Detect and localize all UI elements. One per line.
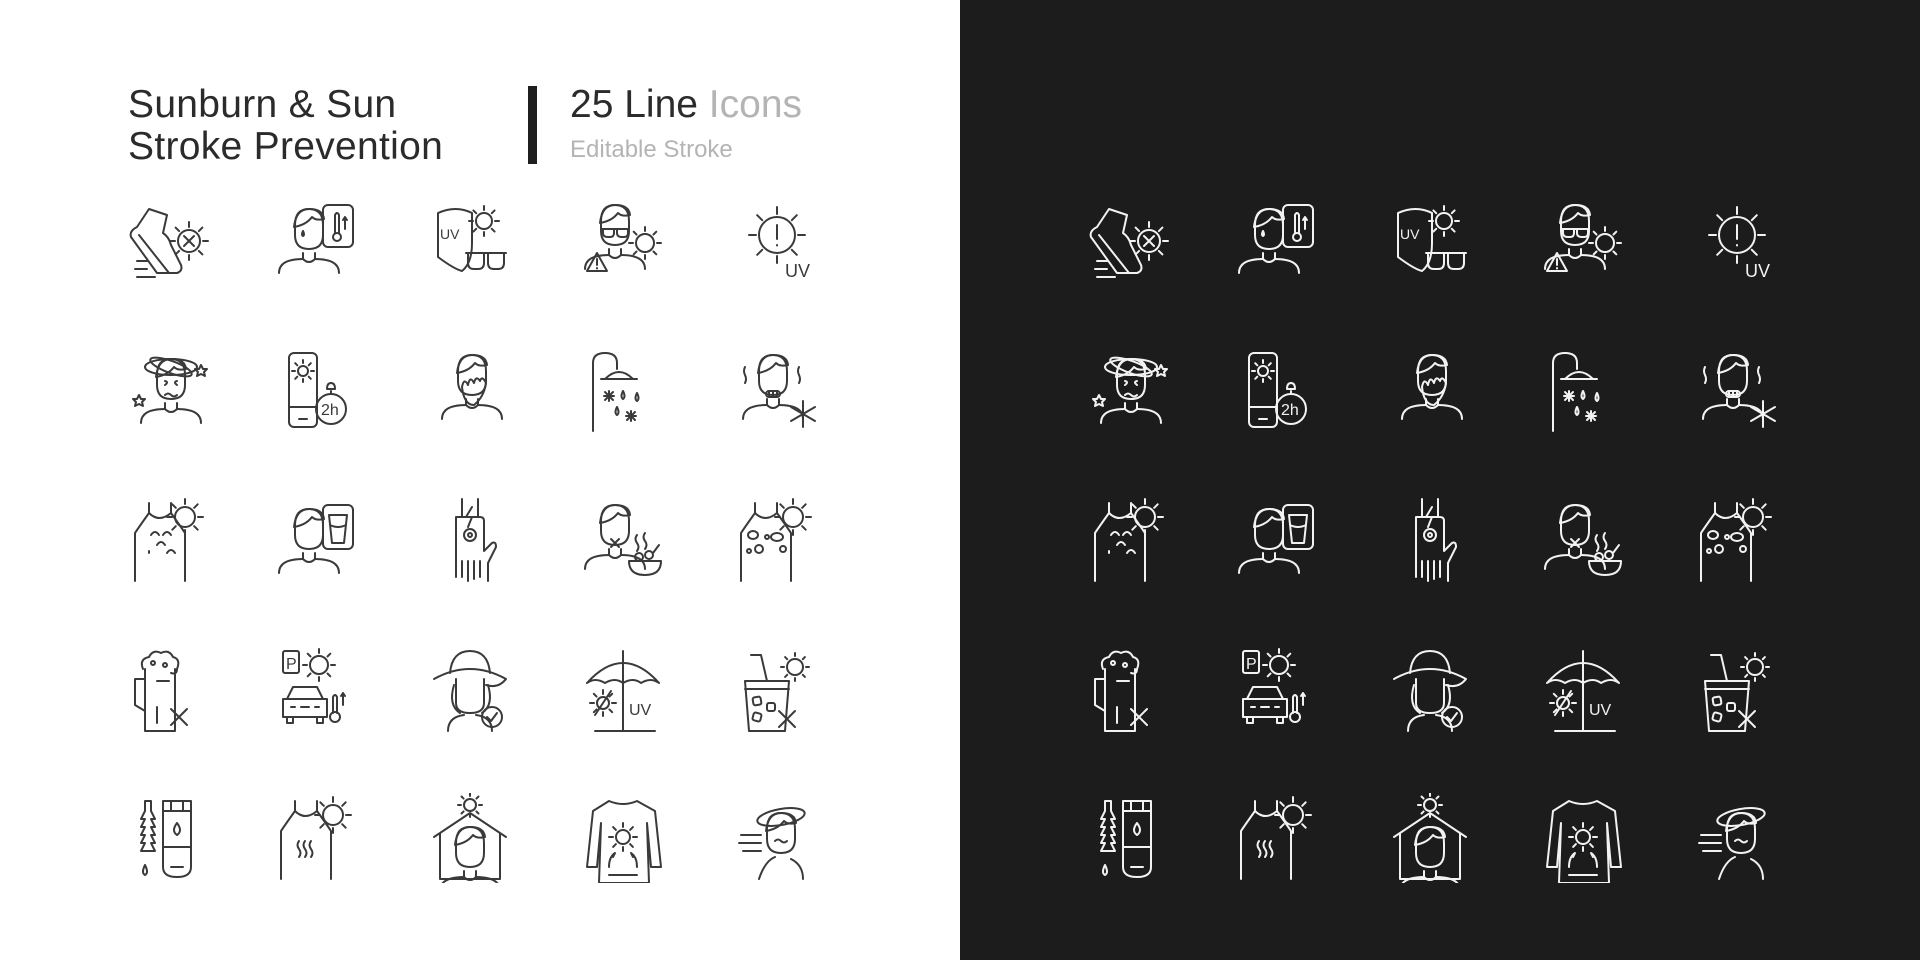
svg-text:P: P: [1246, 656, 1257, 673]
dizzy-person-icon: [127, 345, 217, 435]
title-divider: [528, 86, 537, 164]
no-sugary-drinks-icon: [1693, 645, 1783, 735]
hand-numbness-icon: [1386, 495, 1476, 585]
hot-parked-car-icon: P: [273, 645, 363, 735]
no-sugary-drinks-icon: [733, 645, 823, 735]
sunburned-back-blisters-icon: [127, 495, 217, 585]
person-yawning-icon: [426, 345, 516, 435]
svg-text:2h: 2h: [321, 402, 339, 419]
sweating-person-thermometer-icon: [273, 195, 363, 285]
stay-indoors-midday-icon: [426, 793, 516, 883]
person-drink-water-icon: [273, 495, 363, 585]
shoe-no-sun-icon: [1087, 195, 1177, 285]
person-sunglasses-warning-icon: [579, 195, 669, 285]
icon-count-label: Icons: [708, 83, 803, 126]
aloe-vera-gel-icon: [1087, 793, 1177, 883]
sunburned-skin-peeling-icon: [1693, 495, 1783, 585]
title-line-1: Sunburn & Sun: [128, 83, 397, 126]
page-title: Sunburn & Sun Stroke Prevention: [128, 84, 443, 168]
person-chills-icon: [733, 345, 823, 435]
svg-text:UV: UV: [1745, 261, 1770, 281]
subtitle: Editable Stroke: [570, 136, 733, 163]
woman-sun-hat-icon: [426, 645, 516, 735]
hot-parked-car-icon: P: [1233, 645, 1323, 735]
sun-uv-warning-icon: UV: [1693, 195, 1783, 285]
sunburned-shoulders-heat-icon: [273, 793, 363, 883]
person-yawning-icon: [1386, 345, 1476, 435]
sunscreen-reapply-timer-icon: 2h: [273, 345, 363, 435]
svg-text:P: P: [286, 656, 297, 673]
fainting-person-icon: [733, 793, 823, 883]
person-drink-water-icon: [1233, 495, 1323, 585]
no-alcohol-icon: [1087, 645, 1177, 735]
shoe-no-sun-icon: [127, 195, 217, 285]
icon-count-number: 25 Line: [570, 83, 698, 126]
fainting-person-icon: [1693, 793, 1783, 883]
aloe-vera-gel-icon: [127, 793, 217, 883]
sunburned-skin-peeling-icon: [733, 495, 823, 585]
sunburned-shoulders-heat-icon: [1233, 793, 1323, 883]
svg-text:UV: UV: [1400, 226, 1420, 242]
svg-text:2h: 2h: [1281, 402, 1299, 419]
sunscreen-reapply-timer-icon: 2h: [1233, 345, 1323, 435]
woman-sun-hat-icon: [1386, 645, 1476, 735]
sun-protective-clothing-icon: [1539, 793, 1629, 883]
title-line-2: Stroke Prevention: [128, 125, 444, 168]
uv-shield-sunglasses-icon: UV: [426, 195, 516, 285]
dizzy-person-icon: [1087, 345, 1177, 435]
cold-shower-icon: [579, 345, 669, 435]
svg-text:UV: UV: [785, 261, 810, 281]
icon-count: 25 Line Icons: [570, 84, 802, 126]
hand-numbness-icon: [426, 495, 516, 585]
sunburned-back-blisters-icon: [1087, 495, 1177, 585]
beach-umbrella-uv-icon: UV: [1539, 645, 1629, 735]
person-chills-icon: [1693, 345, 1783, 435]
person-sunglasses-warning-icon: [1539, 195, 1629, 285]
svg-text:UV: UV: [1589, 702, 1612, 719]
beach-umbrella-uv-icon: UV: [579, 645, 669, 735]
person-nausea-food-icon: [579, 495, 669, 585]
svg-text:UV: UV: [440, 226, 460, 242]
sun-uv-warning-icon: UV: [733, 195, 823, 285]
person-nausea-food-icon: [1539, 495, 1629, 585]
sun-protective-clothing-icon: [579, 793, 669, 883]
sweating-person-thermometer-icon: [1233, 195, 1323, 285]
uv-shield-sunglasses-icon: UV: [1386, 195, 1476, 285]
cold-shower-icon: [1539, 345, 1629, 435]
stay-indoors-midday-icon: [1386, 793, 1476, 883]
svg-text:UV: UV: [629, 702, 652, 719]
no-alcohol-icon: [127, 645, 217, 735]
